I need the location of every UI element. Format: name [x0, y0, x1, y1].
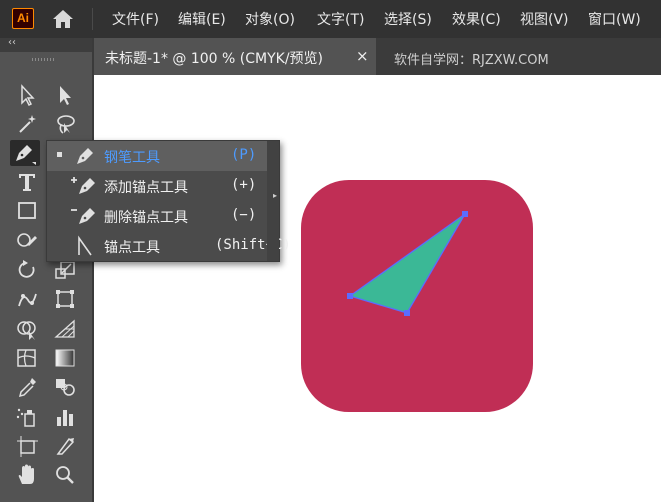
menu-object[interactable]: 对象(O) [245, 9, 295, 29]
flyout-label: 添加锚点工具 [104, 180, 188, 196]
blend-tool-icon[interactable] [51, 374, 79, 400]
menu-select[interactable]: 选择(S) [384, 9, 432, 29]
free-transform-icon[interactable] [51, 286, 79, 312]
shaper-tool-icon[interactable] [13, 228, 41, 254]
flyout-label: 锚点工具 [104, 240, 160, 256]
rectangle-tool-icon[interactable] [13, 198, 41, 224]
collapse-panel-icon[interactable]: ‹‹ [8, 37, 16, 48]
artboard-tool-icon[interactable] [13, 433, 41, 459]
close-icon[interactable]: × [356, 47, 369, 65]
add-anchor-point-icon [69, 174, 99, 198]
document-tab-bar: 未标题-1* @ 100 % (CMYK/预览) × 软件自学网：RJZXW.C… [94, 38, 661, 75]
anchor-point [462, 211, 468, 217]
magic-wand-icon[interactable] [13, 111, 41, 137]
pen-tool-icon [69, 144, 99, 168]
type-tool-icon[interactable] [13, 169, 41, 195]
home-icon[interactable] [50, 8, 76, 30]
flyout-tearoff-strip[interactable]: ▸ [267, 141, 279, 261]
symbol-sprayer-icon[interactable] [13, 404, 41, 430]
illustrator-logo: Ai [12, 8, 34, 29]
artwork[interactable] [300, 179, 534, 413]
expand-arrow-icon: ▸ [272, 191, 277, 200]
puppet-warp-icon[interactable] [13, 286, 41, 312]
flyout-item-delete-anchor[interactable]: 删除锚点工具 (−) [47, 201, 267, 231]
tools-panel: ‹‹ [0, 37, 94, 502]
menu-divider [92, 8, 93, 30]
flyout-shortcut: (Shift+C) [215, 237, 291, 253]
tab-document-label: 未标题-1* @ 100 % (CMYK/预览) [105, 51, 324, 67]
perspective-grid-icon[interactable] [51, 316, 79, 342]
delete-anchor-point-icon [69, 204, 99, 228]
pen-tool-icon[interactable] [10, 140, 40, 166]
menu-edit[interactable]: 编辑(E) [178, 9, 226, 29]
flyout-shortcut: (+) [231, 177, 257, 193]
menu-type[interactable]: 文字(T) [317, 9, 364, 29]
flyout-shortcut: (−) [231, 207, 257, 223]
flyout-item-add-anchor[interactable]: 添加锚点工具 (+) [47, 171, 267, 201]
tab-document[interactable]: 未标题-1* @ 100 % (CMYK/预览) × [94, 38, 376, 75]
selected-bullet [57, 152, 62, 157]
pen-tools-flyout: 钢笔工具 (P) 添加锚点工具 (+) 删除锚点工具 (−) 锚点工具 (Shi… [46, 140, 291, 262]
mesh-tool-icon[interactable] [13, 345, 41, 371]
menu-bar: Ai 文件(F) 编辑(E) 对象(O) 文字(T) 选择(S) 效果(C) 视… [0, 0, 661, 39]
hand-tool-icon[interactable] [13, 462, 41, 488]
anchor-point-icon [69, 234, 99, 258]
flyout-item-pen-tool[interactable]: 钢笔工具 (P) [47, 141, 267, 171]
flyout-item-anchor-point[interactable]: 锚点工具 (Shift+C) [47, 231, 291, 261]
column-graph-icon[interactable] [51, 404, 79, 430]
rotate-tool-icon[interactable] [13, 257, 41, 283]
gradient-tool-icon[interactable] [51, 345, 79, 371]
flyout-shortcut: (P) [231, 147, 257, 163]
lasso-icon[interactable] [51, 111, 79, 137]
tab-watermark-label[interactable]: 软件自学网：RJZXW.COM [394, 49, 549, 68]
selection-tool-icon[interactable] [13, 82, 41, 108]
tools-panel-header: ‹‹ [0, 37, 94, 52]
anchor-point [347, 293, 353, 299]
slice-tool-icon[interactable] [51, 433, 79, 459]
flyout-label: 钢笔工具 [104, 150, 160, 166]
flyout-label: 删除锚点工具 [104, 210, 188, 226]
zoom-tool-icon[interactable] [51, 462, 79, 488]
eyedropper-icon[interactable] [13, 374, 41, 400]
direct-selection-tool-icon[interactable] [51, 82, 79, 108]
menu-effect[interactable]: 效果(C) [452, 9, 501, 29]
panel-grip-icon[interactable] [32, 58, 56, 61]
menu-window[interactable]: 窗口(W) [588, 9, 641, 29]
menu-file[interactable]: 文件(F) [112, 9, 159, 29]
menu-view[interactable]: 视图(V) [520, 9, 569, 29]
anchor-point [404, 310, 410, 316]
shape-builder-icon[interactable] [13, 316, 41, 342]
